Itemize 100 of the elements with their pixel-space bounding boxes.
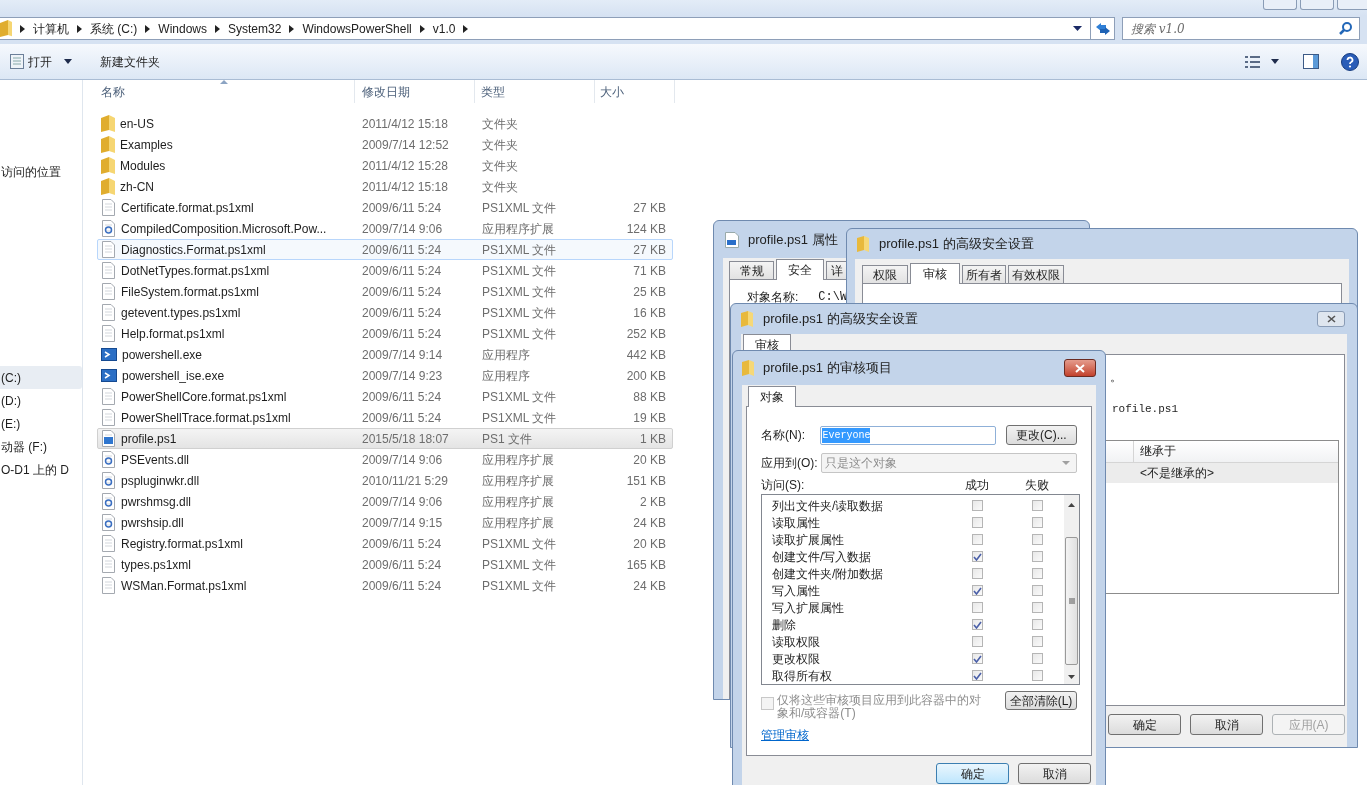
sidebar-item[interactable]: O-D1 上的 D — [0, 458, 82, 481]
breadcrumb-item[interactable]: Windows — [158, 19, 207, 38]
tab[interactable]: 有效权限 — [1008, 265, 1064, 283]
file-row[interactable]: FileSystem.format.ps1xml 2009/6/11 5:24 PS1XML 文件 25 KB — [97, 281, 673, 302]
scroll-up-icon[interactable] — [1068, 503, 1075, 507]
scroll-thumb[interactable] — [1065, 537, 1078, 665]
tab[interactable]: 所有者 — [962, 265, 1006, 283]
checkbox[interactable] — [1032, 653, 1043, 664]
checkbox[interactable] — [972, 619, 983, 630]
column-header: 失败 — [1025, 477, 1049, 494]
file-row[interactable]: PowerShellTrace.format.ps1xml 2009/6/11 5:24 PS1XML 文件 19 KB — [97, 407, 673, 428]
file-row[interactable]: pspluginwkr.dll 2010/11/21 5:29 应用程序扩展 151 KB — [97, 470, 673, 491]
tab[interactable]: 权限 — [862, 265, 908, 283]
checkbox[interactable] — [1032, 636, 1043, 647]
column-header[interactable]: 继承于 — [1134, 440, 1176, 462]
scroll-down-icon[interactable] — [1068, 675, 1075, 679]
dialog-button[interactable]: 取消 — [1190, 714, 1263, 735]
file-row[interactable]: PowerShellCore.format.ps1xml 2009/6/11 5:24 PS1XML 文件 88 KB — [97, 386, 673, 407]
dialog-button[interactable]: 取消 — [1018, 763, 1091, 784]
column-header[interactable]: 类型 — [475, 80, 595, 103]
type-cell-text: PS1XML 文件 — [481, 199, 558, 217]
breadcrumb-item[interactable]: 系统 (C:) — [90, 19, 138, 38]
checkbox[interactable] — [1032, 602, 1043, 613]
column-header[interactable]: 修改日期 — [355, 80, 475, 103]
caret-icon[interactable] — [289, 24, 295, 33]
checkbox[interactable] — [1032, 619, 1043, 630]
file-row[interactable]: getevent.types.ps1xml 2009/6/11 5:24 PS1XML 文件 16 KB — [97, 302, 673, 323]
sidebar-item[interactable]: 动器 (F:) — [0, 435, 82, 458]
column-header[interactable]: 大小 — [595, 80, 675, 103]
sidebar-item[interactable]: (D:) — [0, 389, 82, 412]
file-row[interactable]: pwrshsip.dll 2009/7/14 9:15 应用程序扩展 24 KB — [97, 512, 673, 533]
help-icon[interactable] — [1341, 52, 1359, 71]
dialog-button[interactable]: 确定 — [1108, 714, 1181, 735]
checkbox[interactable] — [1032, 517, 1043, 528]
file-row[interactable]: Modules 2011/4/12 15:28 文件夹 — [97, 155, 673, 176]
file-row[interactable]: Certificate.format.ps1xml 2009/6/11 5:24 PS1XML 文件 27 KB — [97, 197, 673, 218]
tab[interactable]: 常规 — [729, 261, 774, 279]
checkbox[interactable] — [972, 602, 983, 613]
file-row[interactable]: PSEvents.dll 2009/7/14 9:06 应用程序扩展 20 KB — [97, 449, 673, 470]
file-row[interactable]: CompiledComposition.Microsoft.Pow... 2009/7/14 9:06 应用程序扩展 124 KB — [97, 218, 673, 239]
checkbox[interactable] — [972, 517, 983, 528]
caret-icon[interactable] — [215, 24, 220, 33]
breadcrumb-item[interactable]: v1.0 — [432, 19, 456, 38]
clear-all-button[interactable]: 全部清除(L) — [1005, 691, 1077, 710]
dropdown-caret-icon[interactable] — [1073, 26, 1082, 31]
checkbox[interactable] — [972, 636, 983, 647]
breadcrumb-item[interactable]: WindowsPowerShell — [302, 19, 412, 38]
checkbox[interactable] — [1032, 670, 1043, 681]
file-row[interactable]: Examples 2009/7/14 12:52 文件夹 — [97, 134, 673, 155]
checkbox[interactable] — [1032, 500, 1043, 511]
checkbox[interactable] — [972, 653, 983, 664]
file-row[interactable]: profile.ps1 2015/5/18 18:07 PS1 文件 1 KB — [97, 428, 673, 449]
checkbox[interactable] — [1032, 534, 1043, 545]
checkbox[interactable] — [972, 551, 983, 562]
caret-icon[interactable] — [77, 24, 82, 33]
sidebar-item[interactable]: 访问的位置 — [0, 160, 82, 183]
file-row[interactable]: Help.format.ps1xml 2009/6/11 5:24 PS1XML 文件 252 KB — [97, 323, 673, 344]
caret-icon[interactable] — [20, 24, 25, 33]
close-button[interactable] — [1064, 359, 1096, 377]
caret-icon[interactable] — [419, 24, 425, 33]
tab[interactable]: 审核 — [910, 263, 960, 284]
sidebar-item[interactable]: (C:) — [0, 366, 82, 389]
permission-label: 取得所有权 — [771, 667, 833, 685]
breadcrumb-item[interactable]: 计算机 — [33, 19, 69, 38]
tab[interactable]: 对象 — [748, 386, 796, 407]
checkbox[interactable] — [1032, 585, 1043, 596]
checkbox[interactable] — [972, 585, 983, 596]
caret-icon[interactable] — [1271, 59, 1279, 64]
file-row[interactable]: zh-CN 2011/4/12 15:18 文件夹 — [97, 176, 673, 197]
tab[interactable]: 安全 — [776, 259, 824, 280]
file-row[interactable]: powershell_ise.exe 2009/7/14 9:23 应用程序 200 KB — [97, 365, 673, 386]
file-row[interactable]: en-US 2011/4/12 15:18 文件夹 — [97, 113, 673, 134]
address-bar[interactable]: 计算机 系统 (C:) Windows System32 WindowsPowerShell v1.0 — [0, 17, 1115, 40]
file-row[interactable]: Registry.format.ps1xml 2009/6/11 5:24 PS1XML 文件 20 KB — [97, 533, 673, 554]
folder-icon — [741, 311, 753, 327]
sidebar-item[interactable]: (E:) — [0, 412, 82, 435]
file-row[interactable]: WSMan.Format.ps1xml 2009/6/11 5:24 PS1XML 文件 24 KB — [97, 575, 673, 596]
scrollbar[interactable] — [1064, 495, 1079, 684]
change-button[interactable]: 更改(C)... — [1005, 425, 1077, 445]
checkbox[interactable] — [972, 670, 983, 681]
open-menu-button[interactable]: 打开 — [10, 49, 72, 74]
new-folder-button[interactable]: 新建文件夹 — [100, 49, 160, 74]
file-row[interactable]: DotNetTypes.format.ps1xml 2009/6/11 5:24 PS1XML 文件 71 KB — [97, 260, 673, 281]
dialog-button[interactable]: 确定 — [936, 763, 1009, 784]
preview-pane-icon[interactable] — [1303, 54, 1319, 69]
breadcrumb-item[interactable]: System32 — [228, 19, 282, 38]
manage-auditing-link[interactable]: 管理审核 — [761, 726, 809, 744]
view-list-icon[interactable] — [1245, 55, 1261, 68]
file-row[interactable]: types.ps1xml 2009/6/11 5:24 PS1XML 文件 165 KB — [97, 554, 673, 575]
file-row[interactable]: powershell.exe 2009/7/14 9:14 应用程序 442 KB — [97, 344, 673, 365]
checkbox[interactable] — [972, 500, 983, 511]
caret-icon[interactable] — [463, 24, 469, 33]
file-row[interactable]: Diagnostics.Format.ps1xml 2009/6/11 5:24 PS1XML 文件 27 KB — [97, 239, 673, 260]
checkbox[interactable] — [1032, 568, 1043, 579]
checkbox[interactable] — [972, 534, 983, 545]
file-row[interactable]: pwrshmsg.dll 2009/7/14 9:06 应用程序扩展 2 KB — [97, 491, 673, 512]
caret-icon[interactable] — [145, 24, 151, 33]
close-button[interactable] — [1317, 311, 1345, 327]
checkbox[interactable] — [1032, 551, 1043, 562]
checkbox[interactable] — [972, 568, 983, 579]
